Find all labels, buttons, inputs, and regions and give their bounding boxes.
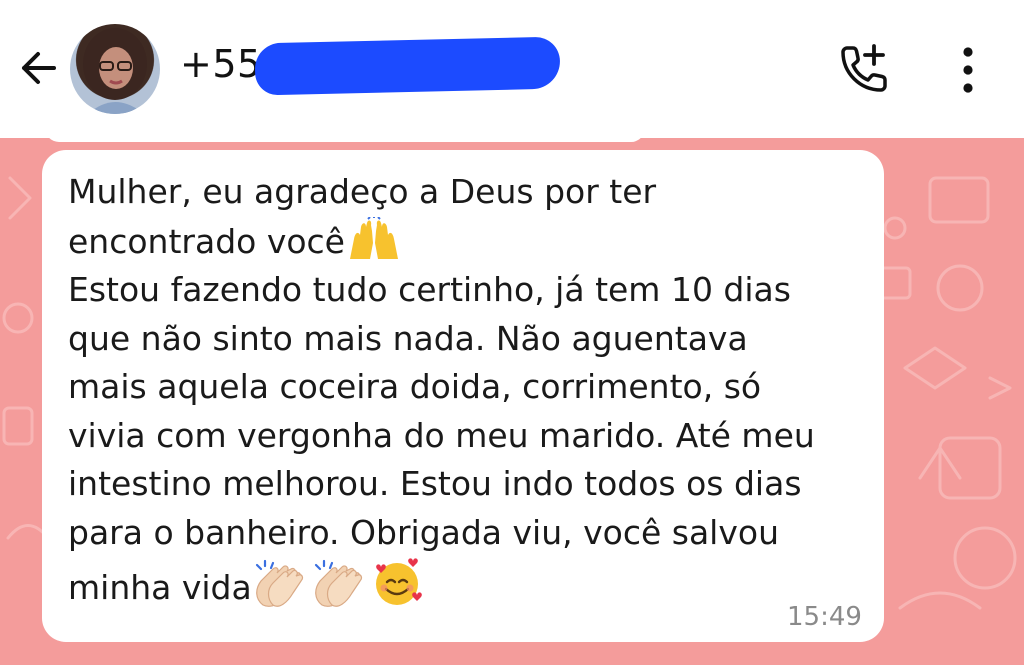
message-line: mais aquela coceira doida, corrimento, s… <box>68 367 762 406</box>
message-timestamp: 15:49 <box>787 602 862 632</box>
avatar[interactable] <box>70 24 160 114</box>
message-line-text: minha vida <box>68 568 252 607</box>
arrow-left-icon[interactable] <box>18 46 58 90</box>
smiling-face-with-hearts-emoji <box>375 558 422 605</box>
message-line-with-emoji: encontrado você <box>68 216 868 267</box>
message-line-text: encontrado você <box>68 221 345 261</box>
message-line: vivia com vergonha do meu marido. Até me… <box>68 415 815 455</box>
chat-header: +55 <box>0 0 1024 138</box>
more-vertical-icon[interactable] <box>954 44 982 96</box>
message-line: Estou fazendo tudo certinho, já tem 10 d… <box>68 270 791 309</box>
clapping-hands-emoji <box>314 559 362 607</box>
message-line: que não sinto mais nada. Não aguentava <box>68 318 748 358</box>
raising-hands-emoji <box>350 216 398 259</box>
redaction-scribble <box>254 36 561 96</box>
message-line-with-emoji: minha vida <box>68 557 868 613</box>
message-line: Mulher, eu agradeço a Deus por ter <box>68 172 657 211</box>
add-call-icon[interactable] <box>835 42 891 96</box>
contact-name[interactable]: +55 <box>180 42 262 86</box>
message-text: Mulher, eu agradeço a Deus por ter encon… <box>68 168 868 613</box>
clapping-hands-emoji <box>255 559 303 607</box>
message-line: intestino melhorou. Estou indo todos os … <box>68 464 802 503</box>
avatar-photo <box>83 28 147 114</box>
message-line: para o banheiro. Obrigada viu, você salv… <box>68 512 779 552</box>
